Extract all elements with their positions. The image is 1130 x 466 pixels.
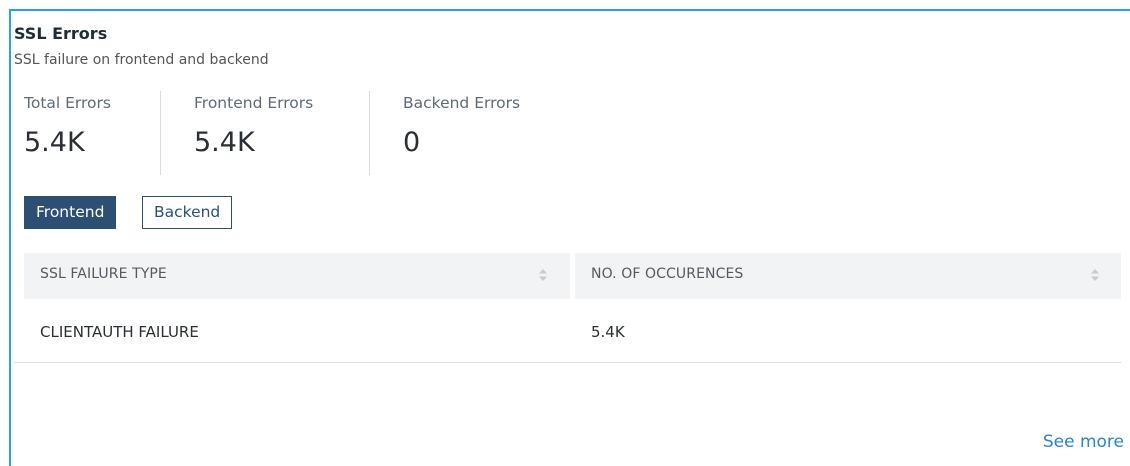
row-divider bbox=[14, 362, 1121, 363]
stat-divider bbox=[369, 91, 370, 175]
ssl-errors-card bbox=[9, 9, 1130, 466]
stat-label: Frontend Errors bbox=[194, 94, 314, 112]
column-header-label: NO. OF OCCURENCES bbox=[591, 266, 744, 282]
sort-icon[interactable] bbox=[1090, 268, 1100, 282]
stat-frontend-errors: Frontend Errors 5.4K bbox=[194, 92, 313, 174]
stat-value: 0 bbox=[403, 127, 421, 158]
stat-label: Total Errors bbox=[24, 94, 111, 112]
table-cell-failure-type: CLIENTAUTH FAILURE bbox=[40, 323, 199, 341]
stat-label: Backend Errors bbox=[403, 94, 521, 112]
stat-value: 5.4K bbox=[194, 127, 255, 158]
toggle-backend-button[interactable]: Backend bbox=[142, 196, 233, 229]
card-subtitle: SSL failure on frontend and backend bbox=[14, 52, 269, 68]
column-header-ssl-failure-type[interactable]: SSL FAILURE TYPE bbox=[24, 253, 570, 299]
toggle-frontend-button[interactable]: Frontend bbox=[24, 196, 117, 229]
stat-divider bbox=[160, 91, 161, 175]
stat-value: 5.4K bbox=[24, 127, 85, 158]
column-header-no-of-occurences[interactable]: NO. OF OCCURENCES bbox=[575, 253, 1121, 299]
see-more-link[interactable]: See more bbox=[1043, 432, 1124, 452]
column-header-label: SSL FAILURE TYPE bbox=[40, 266, 167, 282]
stat-total-errors: Total Errors 5.4K bbox=[24, 92, 111, 174]
card-title: SSL Errors bbox=[14, 24, 108, 43]
sort-icon[interactable] bbox=[538, 268, 548, 282]
table-cell-occurences: 5.4K bbox=[591, 323, 625, 341]
stat-backend-errors: Backend Errors 0 bbox=[403, 92, 520, 174]
